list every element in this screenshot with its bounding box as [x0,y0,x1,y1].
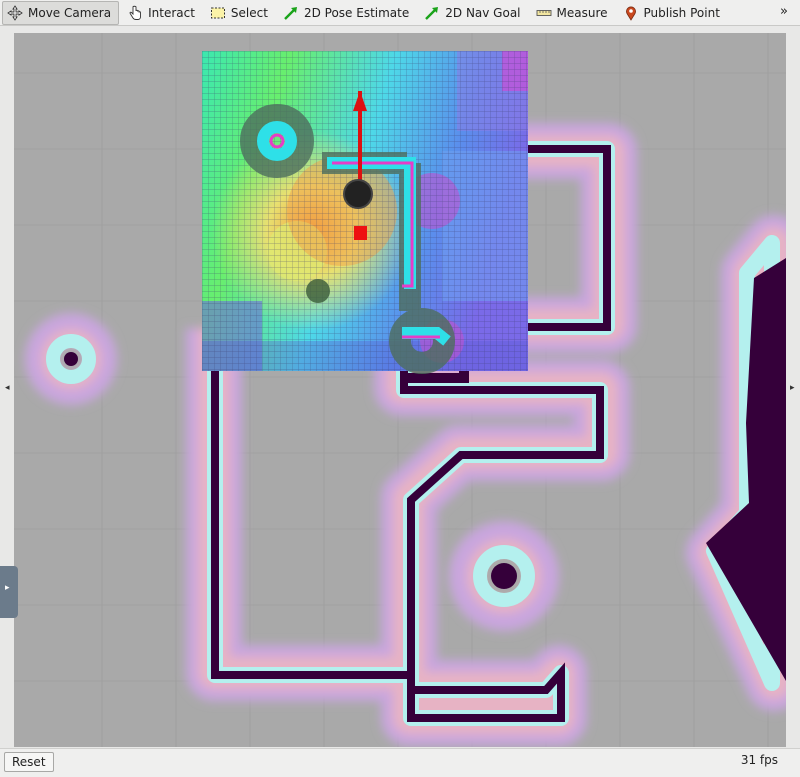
ruler-icon [536,9,551,16]
right-panel-arrow-icon[interactable]: ▸ [790,383,795,393]
status-bar: Reset 31 fps [0,748,800,777]
tool-bar: Move Camera Interact Select 2D Pose Esti… [0,0,800,26]
measure-tool[interactable]: Measure [532,1,615,25]
select-label: Select [230,5,268,20]
map-canvas [14,33,786,747]
select-box-icon [210,7,225,18]
green-arrow-icon [425,6,439,20]
interact-tool[interactable]: Interact [123,1,202,25]
move-camera-label: Move Camera [28,5,112,20]
2d-pose-estimate-tool[interactable]: 2D Pose Estimate [279,1,416,25]
left-panel-arrow-icon[interactable]: ◂ [5,383,10,393]
interact-label: Interact [148,5,195,20]
publish-point-label: Publish Point [643,5,720,20]
2d-nav-goal-tool[interactable]: 2D Nav Goal [420,1,527,25]
map-obstacle-left [64,352,78,366]
2d-pose-estimate-label: 2D Pose Estimate [303,5,410,20]
move-camera-icon [7,4,23,21]
fps-readout: 31 fps [740,753,778,767]
map-obstacle-center [491,563,517,589]
panel-toggle-arrow-icon: ▸ [5,583,10,593]
move-camera-tool[interactable]: Move Camera [2,0,120,25]
toolbar-overflow-button[interactable]: » [780,4,788,19]
publish-point-tool[interactable]: Publish Point [619,1,727,25]
panel-toggle-handle[interactable]: ▸ [0,566,18,618]
hand-pointer-icon [129,5,142,20]
local-costmap [202,51,528,374]
green-arrow-icon [284,6,297,20]
goal-marker [354,226,367,240]
measure-label: Measure [556,5,608,20]
render-viewport[interactable] [14,33,786,747]
reset-button[interactable]: Reset [4,752,54,772]
select-tool[interactable]: Select [206,1,275,25]
2d-nav-goal-label: 2D Nav Goal [445,5,521,20]
map-pin-icon [625,6,636,21]
